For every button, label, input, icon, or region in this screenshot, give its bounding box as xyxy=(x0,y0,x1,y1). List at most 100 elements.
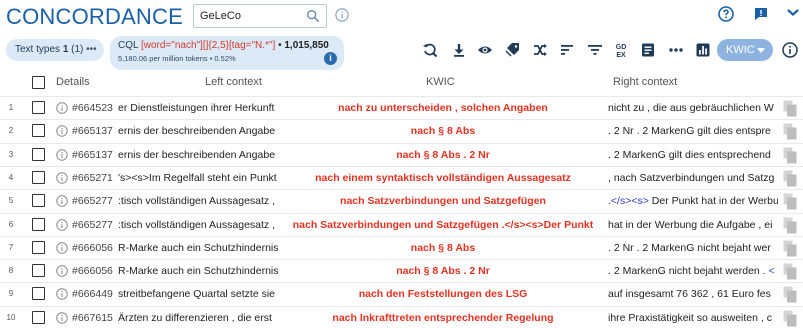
row-checkbox[interactable] xyxy=(32,101,45,114)
query-info-icon[interactable]: i xyxy=(324,52,337,65)
row-info-icon[interactable] xyxy=(56,195,68,207)
document-id[interactable]: #665271 xyxy=(72,172,113,184)
row-number: 2 xyxy=(8,126,14,136)
view-icon[interactable] xyxy=(477,42,493,58)
left-context: :tisch vollständigen Aussagesatz , xyxy=(118,219,284,231)
row-info-icon[interactable] xyxy=(56,265,68,277)
row-number: 4 xyxy=(8,172,14,182)
corpus-info-icon[interactable] xyxy=(335,8,349,22)
search-refresh-icon[interactable] xyxy=(422,42,438,58)
row-info-icon[interactable] xyxy=(56,172,68,184)
left-context: 's><s>Im Regelfall steht ein Punkt xyxy=(118,172,284,184)
search-icon[interactable] xyxy=(306,9,320,23)
right-context: auf insgesamt 76 362 , 61 Euro fes xyxy=(608,288,771,301)
text-types-chip[interactable]: Text types 1 (1) ••• xyxy=(6,39,104,61)
shuffle-icon[interactable] xyxy=(532,42,548,58)
svg-text:GD: GD xyxy=(616,44,627,51)
more-options-icon[interactable] xyxy=(668,42,684,58)
document-id[interactable]: #666056 xyxy=(72,265,113,277)
kwic-text[interactable]: nach § 8 Abs . 2 Nr xyxy=(284,149,602,161)
row-checkbox[interactable] xyxy=(32,194,45,208)
copy-icon[interactable] xyxy=(783,123,797,140)
left-context: streitbefangene Quartal setzte sie xyxy=(118,288,284,300)
left-context: er Dienstleistungen ihrer Herkunft xyxy=(118,102,284,114)
tag-icon[interactable] xyxy=(505,42,521,58)
document-id[interactable]: #666449 xyxy=(72,288,113,300)
table-row[interactable]: 8 #666056 R-Marke auch ein Schutzhindernis… xyxy=(0,259,803,281)
select-all-checkbox[interactable] xyxy=(32,76,45,89)
table-row[interactable]: 10 #667615 Ärzten zu differenzieren , die … xyxy=(0,305,803,328)
sort-icon[interactable] xyxy=(559,42,575,58)
left-context-text: ernis der beschreibenden Angabe xyxy=(118,125,276,138)
copy-icon[interactable] xyxy=(783,100,797,117)
copy-icon[interactable] xyxy=(783,147,797,164)
corpus-search-input[interactable]: GeLeCo xyxy=(193,4,327,28)
kwic-text[interactable]: nach einem syntaktisch vollständigen Aus… xyxy=(284,172,602,184)
row-info-icon[interactable] xyxy=(56,218,68,231)
copy-icon[interactable] xyxy=(783,170,797,187)
chart-icon[interactable] xyxy=(695,42,711,58)
table-row[interactable]: 2 #665137 ernis der beschreibenden Angabe n… xyxy=(0,119,803,141)
help-icon[interactable] xyxy=(718,6,734,22)
table-row[interactable]: 6 #665277:tisch vollständigen Aussagesatz… xyxy=(0,212,803,235)
row-info-icon[interactable] xyxy=(56,125,68,138)
document-id[interactable]: #665137 xyxy=(72,149,113,161)
kwic-text[interactable]: nach Satzverbindungen und Satzgefügen xyxy=(284,195,602,207)
copy-icon[interactable] xyxy=(783,217,797,234)
row-info-icon[interactable] xyxy=(56,288,68,301)
copy-icon[interactable] xyxy=(783,286,797,303)
row-checkbox[interactable] xyxy=(32,264,45,278)
gdex-icon[interactable]: GD EX xyxy=(613,42,629,58)
row-checkbox[interactable] xyxy=(32,287,45,301)
kwic-text[interactable]: nach zu unterscheiden , solchen Angaben xyxy=(284,102,602,114)
row-number: 3 xyxy=(8,149,14,159)
text-types-paren: (1) xyxy=(71,44,84,55)
document-id[interactable]: #665277 xyxy=(72,219,113,231)
document-id[interactable]: #666056 xyxy=(72,242,113,254)
document-id[interactable]: #664523 xyxy=(72,102,113,114)
view-mode-label: KWIC xyxy=(726,44,755,56)
table-row[interactable]: 7 #666056 R-Marke auch ein Schutzhindernis… xyxy=(0,235,803,258)
left-context: ernis der beschreibenden Angabe xyxy=(118,125,284,137)
row-checkbox[interactable] xyxy=(32,217,45,231)
row-info-icon[interactable] xyxy=(56,242,68,254)
copy-icon[interactable] xyxy=(783,263,797,280)
left-context: R-Marke auch ein Schutzhindernis xyxy=(118,242,284,254)
kwic-text[interactable]: nach § 8 Abs . 2 Nr xyxy=(284,265,602,277)
svg-text:EX: EX xyxy=(616,52,626,58)
kwic-text[interactable]: nach § 8 Abs xyxy=(284,125,602,137)
row-number: 1 xyxy=(8,103,14,112)
download-icon[interactable] xyxy=(451,42,467,58)
table-row[interactable]: 3 #665137 ernis der beschreibenden Angabe n… xyxy=(0,142,803,165)
filter-icon[interactable] xyxy=(587,42,603,58)
view-mode-dropdown[interactable]: KWIC xyxy=(717,39,773,61)
more-icon[interactable]: ••• xyxy=(86,44,97,55)
kwic-text[interactable]: nach den Feststellungen des LSG xyxy=(284,288,602,300)
kwic-text[interactable]: nach § 8 Abs xyxy=(284,242,602,254)
document-icon[interactable] xyxy=(640,42,656,58)
right-context: nicht zu , die aus gebräuchlichen W xyxy=(608,102,774,114)
structure-tag: .</s><s> xyxy=(608,195,649,208)
copy-icon[interactable] xyxy=(783,310,797,327)
info-icon[interactable] xyxy=(782,42,798,58)
row-checkbox[interactable] xyxy=(32,170,45,184)
table-row[interactable]: 4 #665271 's><s>Im Regelfall steht ein Pun… xyxy=(0,165,803,188)
query-type: CQL xyxy=(118,40,139,51)
feedback-icon[interactable] xyxy=(753,6,769,22)
expand-icon[interactable] xyxy=(785,6,801,22)
row-info-icon[interactable] xyxy=(56,102,68,114)
copy-icon[interactable] xyxy=(783,193,797,210)
row-checkbox[interactable] xyxy=(32,147,45,161)
left-context-text: R-Marke auch ein Schutzhindernis xyxy=(118,241,279,254)
kwic-text[interactable]: nach Satzverbindungen und Satzgefügen .<… xyxy=(284,219,602,231)
row-checkbox[interactable] xyxy=(32,124,45,138)
row-info-icon[interactable] xyxy=(56,148,68,161)
table-row[interactable]: 5 #665277:tisch vollständigen Aussagesatz… xyxy=(0,189,803,211)
table-row[interactable]: 1 #664523 er Dienstleistungen ihrer Herkun… xyxy=(0,96,803,118)
query-chip[interactable]: CQL [word="nach"][]{2,5}[tag="N.*"] • 1,… xyxy=(110,36,344,70)
row-checkbox[interactable] xyxy=(32,240,45,254)
document-id[interactable]: #665277 xyxy=(72,195,113,207)
document-id[interactable]: #665137 xyxy=(72,125,113,137)
table-row[interactable]: 9 #666449 streitbefangene Quartal setzte s… xyxy=(0,282,803,304)
copy-icon[interactable] xyxy=(783,240,797,257)
